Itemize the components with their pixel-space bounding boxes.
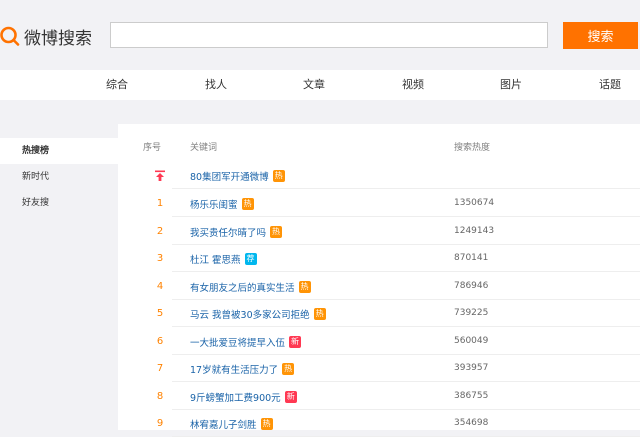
- table-header: 序号 关键词 搜索热度: [118, 140, 640, 160]
- keyword-cell: 17岁就有生活压力了 热: [190, 362, 295, 376]
- keyword-link[interactable]: 林宥嘉儿子剑胜: [190, 417, 257, 431]
- keyword-cell: 杨乐乐闺蜜 热: [190, 197, 254, 211]
- keyword-link[interactable]: 9斤螃蟹加工费900元: [190, 390, 281, 404]
- header-rank: 序号: [143, 143, 162, 153]
- search-tabs: 综合 找人 文章 视频 图片 话题: [0, 70, 640, 100]
- heat-value: 1249143: [454, 226, 495, 236]
- table-row: 2 我买贵任尔晴了吗 热 1249143: [157, 218, 640, 245]
- hot-badge: 热: [260, 418, 273, 430]
- keyword-cell: 9斤螃蟹加工费900元 新: [190, 390, 297, 404]
- tab-images[interactable]: 图片: [500, 70, 522, 100]
- search-input[interactable]: [110, 22, 548, 48]
- rank-number: 6: [156, 336, 164, 347]
- keyword-link[interactable]: 80集团军开通微博: [190, 169, 269, 183]
- tab-people[interactable]: 找人: [205, 70, 227, 100]
- rank-number: 8: [156, 391, 164, 402]
- heat-value: 354698: [454, 418, 489, 428]
- table-row: 7 17岁就有生活压力了 热 393957: [157, 355, 640, 382]
- header-heat: 搜索热度: [454, 143, 491, 153]
- keyword-link[interactable]: 杜江 霍思燕: [190, 252, 241, 266]
- hot-badge: 热: [282, 363, 295, 375]
- new-badge: 新: [289, 336, 302, 348]
- heat-value: 870141: [454, 253, 489, 263]
- rank-number: 4: [156, 281, 164, 292]
- table-row: 6 一大批爱豆将提早入伍 新 560049: [157, 328, 640, 355]
- keyword-cell: 一大批爱豆将提早入伍 新: [190, 335, 302, 349]
- new-badge: 新: [284, 391, 297, 403]
- keyword-link[interactable]: 17岁就有生活压力了: [190, 362, 278, 376]
- keyword-cell: 林宥嘉儿子剑胜 热: [190, 417, 273, 431]
- header-keyword: 关键词: [190, 143, 218, 153]
- recommend-badge: 荐: [244, 253, 257, 265]
- rank-number: 2: [156, 226, 164, 237]
- table-row: 1 杨乐乐闺蜜 热 1350674: [157, 190, 640, 217]
- table-row: 3 杜江 霍思燕 荐 870141: [157, 245, 640, 272]
- search-magnifier-icon: [0, 26, 20, 46]
- rank-number: 1: [156, 198, 164, 209]
- heat-value: 560049: [454, 336, 489, 346]
- table-row: 4 有女朋友之后的真实生活 热 786946: [157, 273, 640, 300]
- keyword-cell: 我买贵任尔晴了吗 热: [190, 225, 283, 239]
- logo[interactable]: 微博搜索: [0, 22, 92, 50]
- sidebar-item-friends-search[interactable]: 好友搜: [0, 190, 118, 216]
- keyword-link[interactable]: 马云 我曾被30多家公司拒绝: [190, 307, 310, 321]
- rank-number: 5: [156, 308, 164, 319]
- tab-articles[interactable]: 文章: [303, 70, 325, 100]
- table-row: 5 马云 我曾被30多家公司拒绝 热 739225: [157, 300, 640, 327]
- keyword-link[interactable]: 杨乐乐闺蜜: [190, 197, 238, 211]
- keyword-cell: 马云 我曾被30多家公司拒绝 热: [190, 307, 326, 321]
- search-button[interactable]: 搜索: [563, 22, 638, 49]
- rank-number: 3: [156, 253, 164, 264]
- hot-badge: 热: [313, 308, 326, 320]
- table-row: 9 林宥嘉儿子剑胜 热 354698: [157, 410, 640, 437]
- heat-value: 386755: [454, 391, 489, 401]
- sidebar-item-new-era[interactable]: 新时代: [0, 164, 118, 190]
- tab-videos[interactable]: 视频: [402, 70, 424, 100]
- table-row: 8 9斤螃蟹加工费900元 新 386755: [157, 383, 640, 410]
- keyword-link[interactable]: 我买贵任尔晴了吗: [190, 225, 266, 239]
- tab-topics[interactable]: 话题: [599, 70, 621, 100]
- keyword-link[interactable]: 有女朋友之后的真实生活: [190, 280, 295, 294]
- hot-badge: 热: [298, 281, 311, 293]
- hot-badge: 热: [241, 198, 254, 210]
- hot-search-panel: 序号 关键词 搜索热度 80集团军开通微博 热 1 杨乐乐闺蜜 热 135067…: [118, 124, 640, 437]
- logo-text: 微博搜索: [24, 28, 92, 49]
- hot-badge: 热: [272, 170, 285, 182]
- header: 微博搜索 搜索: [0, 0, 640, 70]
- keyword-cell: 80集团军开通微博 热: [190, 169, 285, 183]
- tab-general[interactable]: 综合: [106, 70, 128, 100]
- sidebar: 热搜榜 新时代 好友搜: [0, 138, 118, 216]
- keyword-cell: 杜江 霍思燕 荐: [190, 252, 257, 266]
- hot-badge: 热: [270, 226, 283, 238]
- sidebar-item-hot-list[interactable]: 热搜榜: [0, 138, 118, 164]
- heat-value: 1350674: [454, 198, 495, 208]
- rank-number: 9: [156, 418, 164, 429]
- pin-top-icon: [148, 170, 172, 185]
- table-row: 80集团军开通微博 热: [155, 162, 640, 189]
- rank-number: 7: [156, 363, 164, 374]
- heat-value: 393957: [454, 363, 489, 373]
- heat-value: 739225: [454, 308, 489, 318]
- keyword-cell: 有女朋友之后的真实生活 热: [190, 280, 311, 294]
- heat-value: 786946: [454, 281, 489, 291]
- keyword-link[interactable]: 一大批爱豆将提早入伍: [190, 335, 285, 349]
